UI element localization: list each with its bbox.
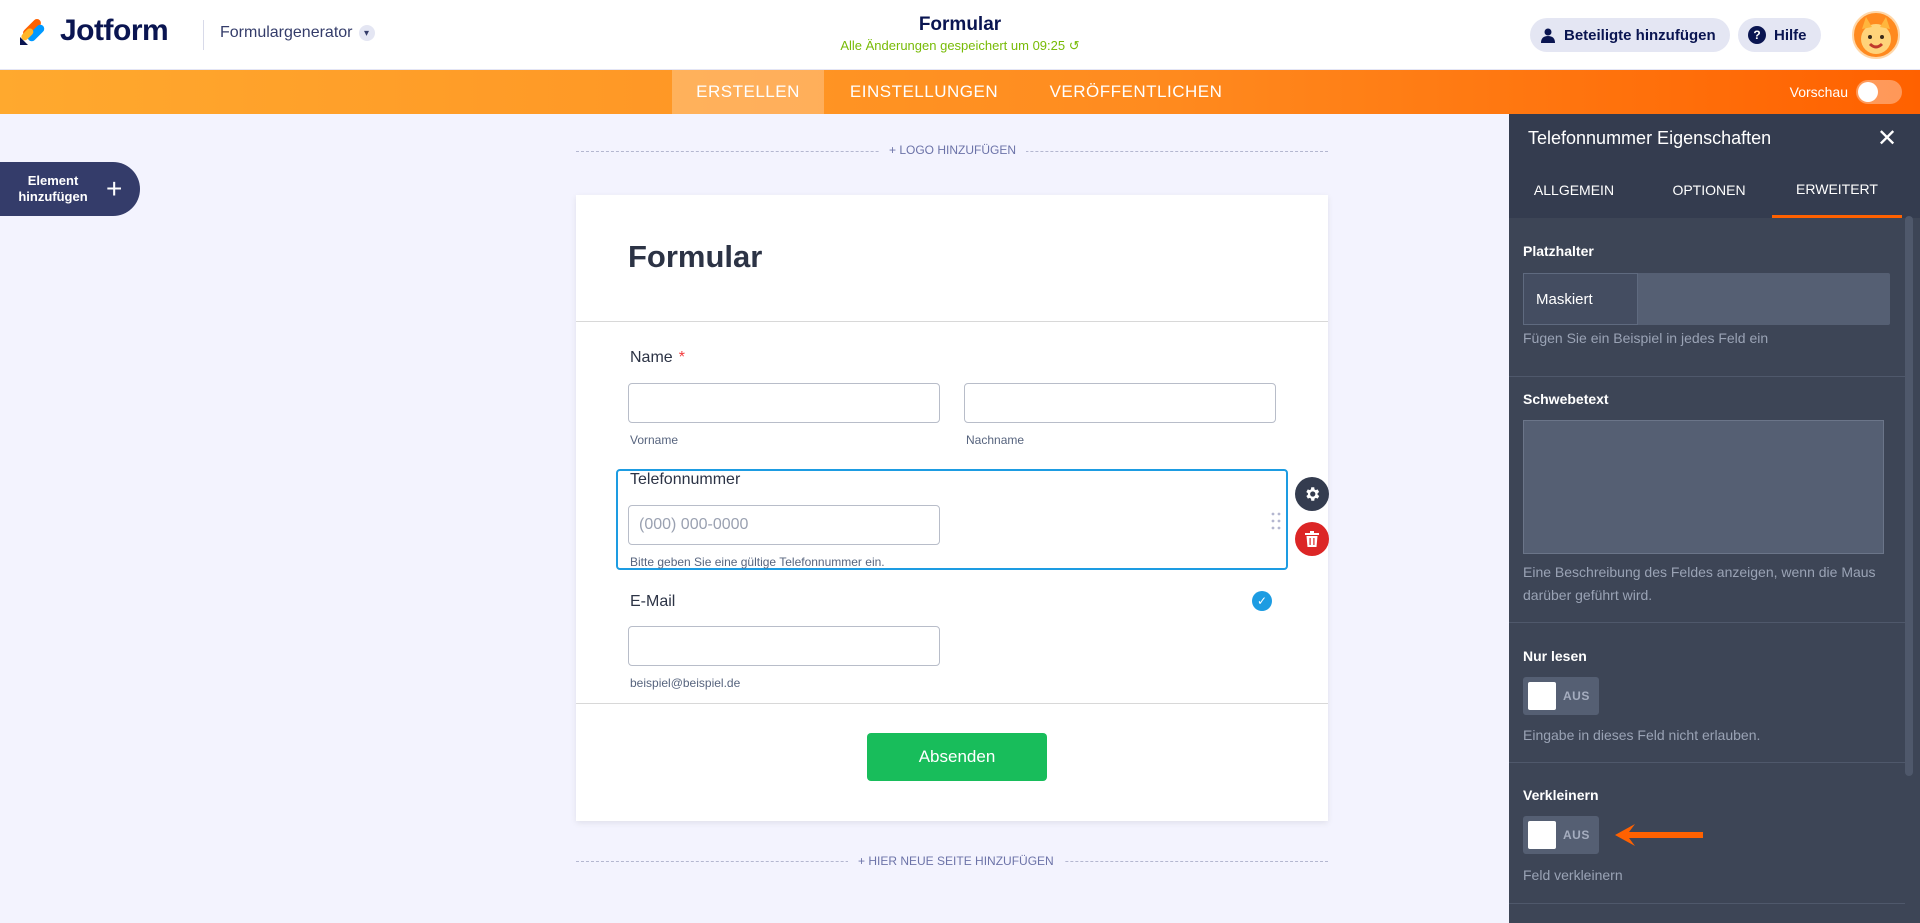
form-title[interactable]: Formular xyxy=(860,14,1060,36)
add-logo-link[interactable]: + LOGO HINZUFÜGEN xyxy=(879,143,1027,157)
first-name-sublabel: Vorname xyxy=(630,433,679,447)
section-separator xyxy=(1509,762,1905,763)
tab-options[interactable]: OPTIONEN xyxy=(1639,162,1779,218)
panel-title: Telefonnummer Eigenschaften xyxy=(1528,128,1772,148)
form-heading[interactable]: Formular xyxy=(628,239,762,275)
add-page-link[interactable]: + HIER NEUE SEITE HINZUFÜGEN xyxy=(848,854,1064,868)
panel-tabs: ALLGEMEIN OPTIONEN ERWEITERT xyxy=(1509,162,1920,218)
first-name-input[interactable] xyxy=(628,383,940,423)
save-status: Alle Änderungen gespeichert um 09:25 ↺ xyxy=(760,38,1160,54)
invite-label: Beteiligte hinzufügen xyxy=(1564,26,1716,44)
user-icon xyxy=(1541,28,1555,43)
email-input[interactable] xyxy=(628,626,940,666)
builder-label: Formulargenerator xyxy=(220,24,353,41)
shrink-title: Verkleinern xyxy=(1523,787,1599,803)
read-only-state: AUS xyxy=(1563,689,1590,703)
plus-icon: + xyxy=(106,173,123,204)
tab-settings[interactable]: EINSTELLUNGEN xyxy=(834,70,1014,114)
add-element-label: Element hinzufügen xyxy=(18,173,88,204)
check-icon: ✓ xyxy=(1252,591,1272,611)
last-name-input[interactable] xyxy=(964,383,1276,423)
delete-field-button[interactable] xyxy=(1295,522,1329,556)
invite-collaborators-button[interactable]: Beteiligte hinzufügen xyxy=(1530,18,1730,52)
name-label-text: Name xyxy=(630,349,673,366)
drag-handle-icon[interactable] xyxy=(1270,511,1282,531)
chevron-down-icon: ▾ xyxy=(358,25,375,41)
tab-general[interactable]: ALLGEMEIN xyxy=(1509,162,1639,218)
read-only-toggle[interactable]: AUS xyxy=(1523,677,1599,715)
top-bar: Jotform Formulargenerator ▾ Formular All… xyxy=(0,0,1920,70)
builder-nav: ERSTELLEN EINSTELLUNGEN VERÖFFENTLICHEN … xyxy=(0,70,1920,114)
trash-icon xyxy=(1305,531,1319,547)
submit-button[interactable]: Absenden xyxy=(867,733,1047,781)
name-label[interactable]: Name * xyxy=(630,349,685,367)
preview-toggle[interactable] xyxy=(1856,80,1902,104)
preview-label: Vorschau xyxy=(1789,84,1848,100)
builder-dropdown[interactable]: Formulargenerator ▾ xyxy=(220,24,375,42)
tab-publish[interactable]: VERÖFFENTLICHEN xyxy=(1034,70,1238,114)
phone-sublabel: Bitte geben Sie eine gültige Telefonnumm… xyxy=(630,555,885,569)
close-icon[interactable]: ✕ xyxy=(1877,124,1897,153)
add-element-button[interactable]: Element hinzufügen + xyxy=(0,162,140,216)
required-mark: * xyxy=(678,349,685,366)
toggle-knob xyxy=(1528,821,1556,849)
section-separator xyxy=(1509,903,1905,904)
shrink-state: AUS xyxy=(1563,828,1590,842)
panel-scrollbar[interactable] xyxy=(1905,216,1913,776)
placeholder-title: Platzhalter xyxy=(1523,243,1594,259)
header-separator xyxy=(576,321,1328,322)
section-separator xyxy=(1509,622,1905,623)
toggle-knob xyxy=(1528,682,1556,710)
form-card: Formular Name * Vorname Nachname Telefonn… xyxy=(576,195,1329,821)
hover-text-textarea[interactable] xyxy=(1523,420,1884,554)
help-button[interactable]: ? Hilfe xyxy=(1738,18,1821,52)
avatar-image xyxy=(1861,17,1891,54)
preview-toggle-group: Vorschau xyxy=(1790,80,1902,104)
refresh-icon: ↺ xyxy=(1068,38,1080,53)
section-separator xyxy=(1509,376,1905,377)
phone-label[interactable]: Telefonnummer xyxy=(630,471,740,489)
properties-panel: Telefonnummer Eigenschaften ✕ ALLGEMEIN … xyxy=(1509,114,1920,923)
email-label[interactable]: E-Mail xyxy=(630,593,675,611)
last-name-sublabel: Nachname xyxy=(966,433,1025,447)
toggle-knob xyxy=(1858,82,1878,102)
submit-separator xyxy=(576,703,1328,704)
jotform-logo[interactable]: Jotform xyxy=(18,14,169,48)
placeholder-selector[interactable]: Maskiert xyxy=(1523,273,1890,325)
hover-text-title: Schwebetext xyxy=(1523,391,1609,407)
placeholder-desc: Fügen Sie ein Beispiel in jedes Feld ein xyxy=(1523,330,1769,346)
masked-option[interactable]: Maskiert xyxy=(1523,273,1638,325)
jotform-logo-icon xyxy=(20,19,45,45)
read-only-title: Nur lesen xyxy=(1523,648,1587,664)
brand-name: Jotform xyxy=(60,14,169,47)
email-sublabel: beispiel@beispiel.de xyxy=(630,676,741,690)
shrink-toggle[interactable]: AUS xyxy=(1523,816,1599,854)
help-label: Hilfe xyxy=(1774,26,1807,44)
arrow-left-icon xyxy=(1615,824,1703,846)
panel-header: Telefonnummer Eigenschaften ✕ xyxy=(1509,114,1920,162)
tab-advanced[interactable]: ERWEITERT xyxy=(1772,162,1902,218)
help-icon: ? xyxy=(1748,26,1766,44)
field-settings-button[interactable] xyxy=(1295,477,1329,511)
tab-build[interactable]: ERSTELLEN xyxy=(672,70,824,114)
save-status-text: Alle Änderungen gespeichert um 09:25 xyxy=(840,38,1066,53)
shrink-desc: Feld verkleinern xyxy=(1523,867,1623,883)
divider xyxy=(203,20,204,50)
hover-text-desc: Eine Beschreibung des Feldes anzeigen, w… xyxy=(1523,564,1876,603)
phone-input[interactable]: (000) 000-0000 xyxy=(628,505,940,545)
read-only-desc: Eingabe in dieses Feld nicht erlauben. xyxy=(1523,727,1761,743)
gear-icon xyxy=(1306,487,1320,501)
avatar[interactable] xyxy=(1852,11,1900,59)
